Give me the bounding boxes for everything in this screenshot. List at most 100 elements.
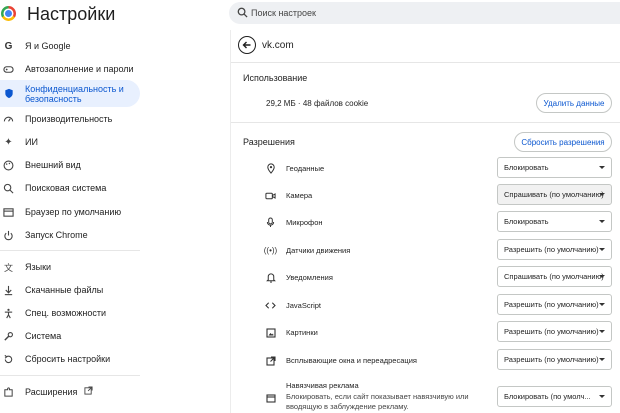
permission-label: JavaScript	[286, 301, 322, 310]
sidebar-item-label: Автозаполнение и пароли	[25, 64, 134, 74]
permission-label: Уведомления	[286, 273, 333, 282]
permission-value: Разрешить (по умолчанию)	[504, 300, 599, 309]
permission-select[interactable]: Разрешить (по умолчанию)	[497, 294, 612, 315]
sidebar-item-label: Конфиденциальность и безопасность	[25, 83, 124, 104]
usage-summary: 29,2 МБ · 48 файлов cookie	[266, 99, 369, 108]
page-title: Настройки	[27, 4, 116, 24]
sidebar-item-accessibility[interactable]: Спец. возможности	[0, 306, 140, 320]
permission-label: Картинки	[286, 328, 318, 337]
sidebar-item-extensions[interactable]: Расширения	[0, 385, 110, 399]
sidebar-item-default-browser[interactable]: Браузер по умолчанию	[0, 205, 140, 219]
translate-icon: 文	[3, 262, 13, 273]
permission-label: Микрофон	[286, 218, 323, 227]
permission-label: Камера	[286, 191, 313, 200]
chevron-down-icon	[599, 193, 605, 196]
chevron-down-icon	[599, 358, 605, 361]
search-input[interactable]	[251, 2, 611, 24]
permission-select[interactable]: Блокировать	[497, 157, 612, 178]
delete-data-button[interactable]: Удалить данные	[536, 93, 612, 113]
code-icon	[265, 300, 276, 311]
site-details-panel: vk.com Использование 29,2 МБ · 48 файлов…	[230, 30, 620, 413]
autofill-icon	[3, 64, 14, 75]
permission-select[interactable]: Разрешить (по умолчанию)	[497, 349, 612, 370]
permission-value: Блокировать	[504, 217, 549, 226]
permission-select[interactable]: Разрешить (по умолчанию)	[497, 239, 612, 260]
sidebar-item-privacy[interactable]: Конфиденциальность и безопасность	[0, 80, 140, 107]
search-box[interactable]	[229, 2, 620, 24]
accessibility-icon	[3, 308, 14, 319]
sidebar-item-ai[interactable]: ✦ ИИ	[0, 135, 140, 149]
permission-label: Всплывающие окна и переадресация	[286, 356, 417, 365]
permission-label: Навязчивая реклама	[286, 381, 359, 390]
sidebar-item-label: Я и Google	[25, 41, 71, 51]
chevron-down-icon	[599, 220, 605, 223]
browser-icon	[3, 207, 14, 218]
permission-select[interactable]: Блокировать	[497, 211, 612, 232]
arrow-back-icon	[242, 41, 251, 49]
open-in-new-icon	[84, 386, 93, 397]
permission-row-notifications: Уведомления Спрашивать (по умолчанию)	[231, 264, 620, 291]
permission-row-intrusive-ads: Навязчивая реклама Блокировать, если сай…	[231, 377, 620, 413]
sidebar-item-label: Расширения	[25, 387, 78, 397]
permission-select[interactable]: Блокировать (по умолч...	[497, 386, 612, 407]
sidebar-item-label: Производительность	[25, 114, 113, 124]
camera-icon	[265, 190, 276, 201]
top-bar: Настройки	[0, 0, 620, 30]
sidebar-item-label: Внешний вид	[25, 160, 81, 170]
sparkle-icon: ✦	[4, 136, 13, 148]
back-button[interactable]	[238, 36, 256, 54]
reset-permissions-button[interactable]: Сбросить разрешения	[514, 132, 612, 152]
sidebar-item-google[interactable]: G Я и Google	[0, 39, 140, 53]
sidebar-divider	[0, 250, 140, 251]
chevron-down-icon	[599, 330, 605, 333]
usage-heading: Использование	[243, 73, 308, 83]
bell-icon	[265, 272, 276, 283]
sidebar-divider	[0, 375, 140, 376]
sidebar-item-label: Сбросить настройки	[25, 354, 111, 364]
divider	[231, 62, 620, 63]
sidebar-item-label: Браузер по умолчанию	[25, 207, 122, 217]
chevron-down-icon	[599, 166, 605, 169]
chrome-logo-icon	[1, 6, 16, 21]
sidebar-item-search-engine[interactable]: Поисковая система	[0, 181, 140, 195]
sidebar-item-label: ИИ	[25, 137, 38, 147]
sidebar-item-appearance[interactable]: Внешний вид	[0, 158, 140, 172]
location-icon	[265, 163, 276, 174]
permission-row-microphone: Микрофон Блокировать	[231, 209, 620, 236]
permission-value: Блокировать (по умолч...	[504, 392, 591, 401]
power-icon	[3, 230, 14, 241]
sidebar-item-autofill[interactable]: Автозаполнение и пароли	[0, 62, 140, 76]
permission-label: Геоданные	[286, 164, 325, 173]
motion-sensor-icon: ((•))	[263, 246, 278, 255]
sidebar-item-languages[interactable]: 文 Языки	[0, 260, 140, 274]
sidebar-item-label: Спец. возможности	[25, 308, 106, 318]
sidebar-item-label: Поисковая система	[25, 183, 107, 193]
search-icon	[3, 183, 14, 194]
chevron-down-icon	[599, 395, 605, 398]
permissions-heading: Разрешения	[243, 137, 295, 147]
popup-icon	[265, 355, 276, 366]
permission-select[interactable]: Спрашивать (по умолчанию)	[497, 184, 612, 205]
sidebar-item-performance[interactable]: Производительность	[0, 112, 140, 126]
reset-icon	[3, 354, 14, 365]
performance-icon	[3, 114, 14, 125]
chevron-down-icon	[599, 248, 605, 251]
image-icon	[265, 327, 276, 338]
sidebar-item-reset[interactable]: Сбросить настройки	[0, 352, 140, 366]
permission-select[interactable]: Разрешить (по умолчанию)	[497, 321, 612, 342]
permission-value: Разрешить (по умолчанию)	[504, 327, 599, 336]
permission-row-javascript: JavaScript Разрешить (по умолчанию)	[231, 292, 620, 319]
sidebar-item-startup[interactable]: Запуск Chrome	[0, 228, 140, 242]
permission-value: Спрашивать (по умолчанию)	[504, 272, 604, 281]
shield-icon	[3, 88, 14, 99]
site-title: vk.com	[262, 40, 294, 51]
sidebar-item-downloads[interactable]: Скачанные файлы	[0, 283, 140, 297]
permission-select[interactable]: Спрашивать (по умолчанию)	[497, 266, 612, 287]
puzzle-icon	[3, 386, 14, 398]
sidebar-item-system[interactable]: Система	[0, 329, 140, 343]
google-icon: G	[4, 40, 13, 52]
permission-value: Разрешить (по умолчанию)	[504, 355, 599, 364]
download-icon	[3, 285, 14, 296]
sidebar-item-label: Запуск Chrome	[25, 230, 88, 240]
permission-row-location: Геоданные Блокировать	[231, 155, 620, 182]
